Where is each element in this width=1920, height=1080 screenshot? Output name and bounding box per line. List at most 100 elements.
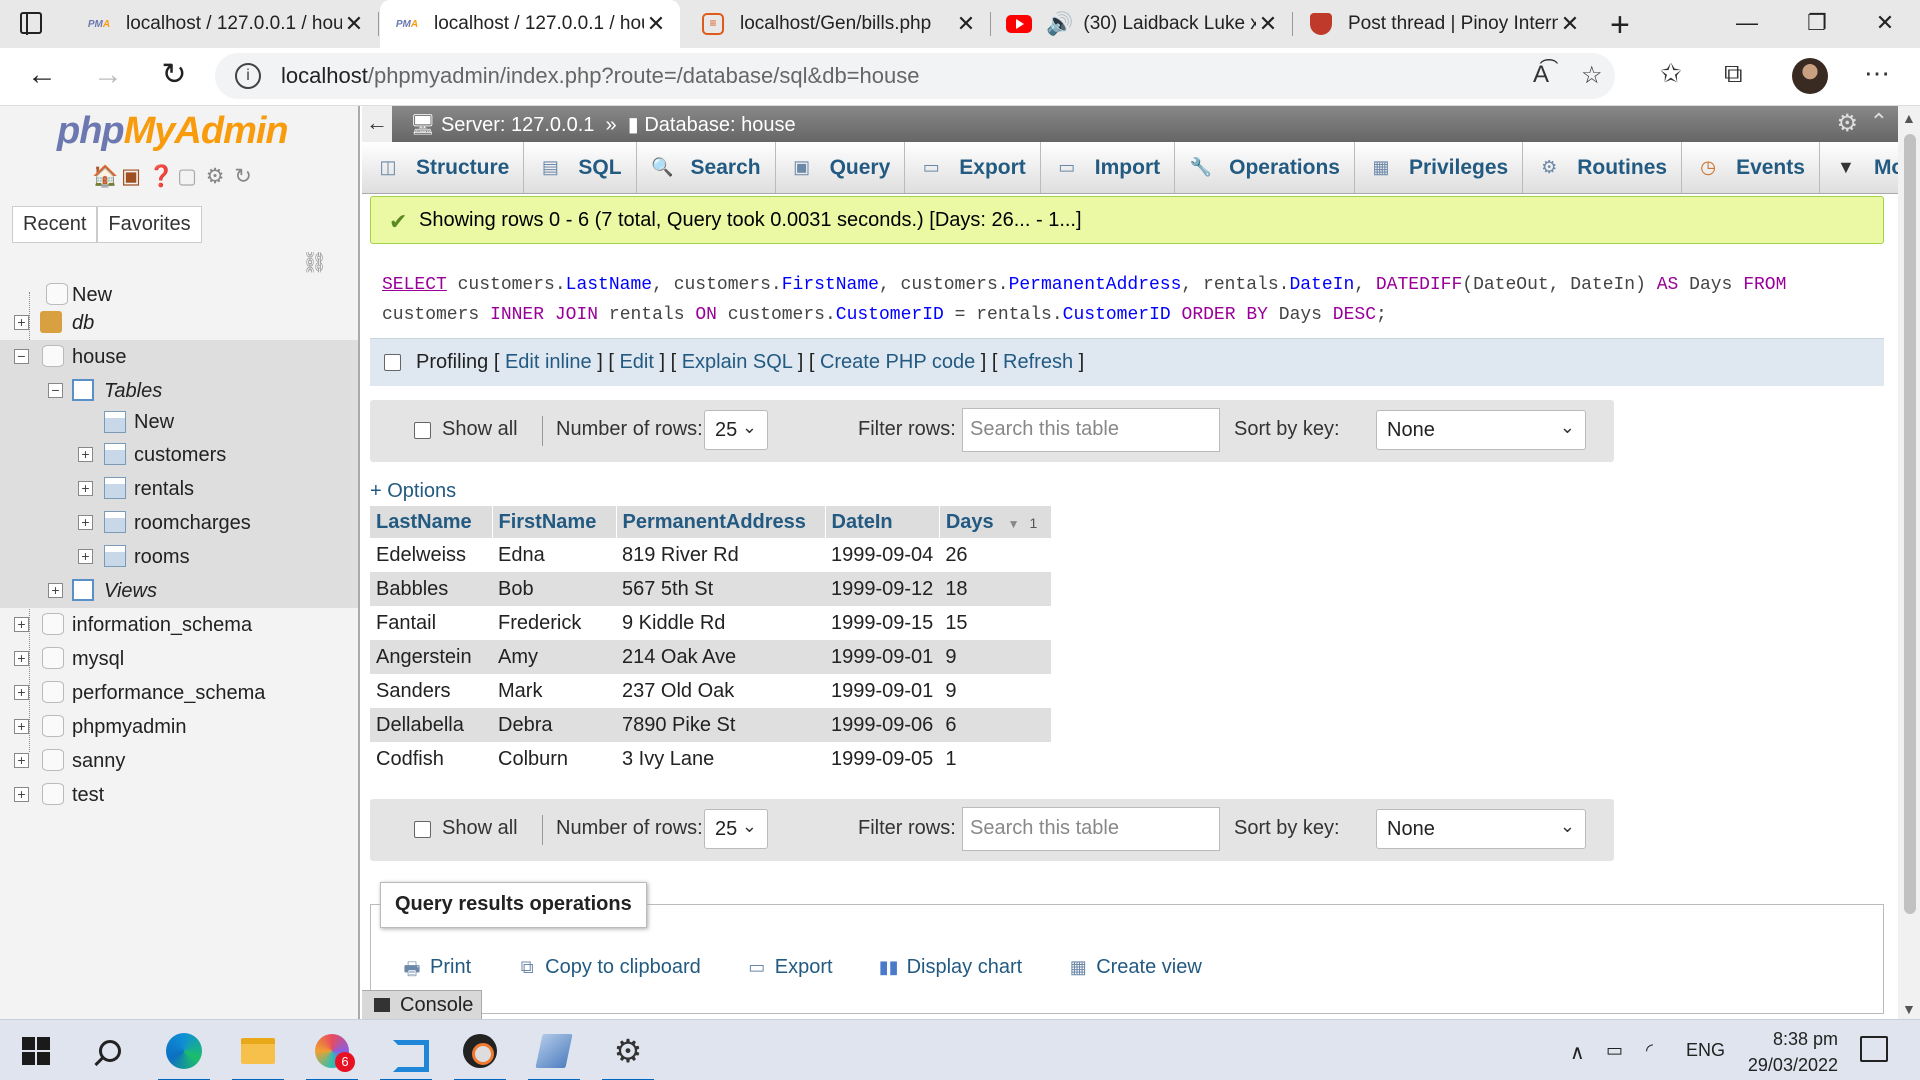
reload-button[interactable]: ↻: [154, 56, 194, 96]
table-row[interactable]: Angerstein Amy 214 Oak Ave 1999-09-01 9: [370, 640, 1052, 674]
rows-select[interactable]: 25 ⌄: [704, 809, 768, 849]
taskbar-vscode[interactable]: [380, 1028, 432, 1080]
tab-import[interactable]: ▭ Import: [1041, 142, 1176, 193]
table-row[interactable]: Fantail Frederick 9 Kiddle Rd 1999-09-15 15: [370, 606, 1052, 640]
minimize-button[interactable]: —: [1712, 0, 1782, 48]
refresh-link[interactable]: Refresh: [1003, 351, 1073, 373]
pma-logo[interactable]: phpMyAdmin: [57, 110, 289, 153]
taskbar-settings[interactable]: ⚙: [602, 1028, 654, 1080]
favorites-tab[interactable]: Favorites: [97, 206, 202, 243]
table-row[interactable]: Dellabella Debra 7890 Pike St 1999-09-06 6: [370, 708, 1052, 742]
tab-search[interactable]: 🔍 Search: [637, 142, 776, 193]
close-tab-icon[interactable]: ✕: [954, 11, 978, 37]
tree-item-information-schema[interactable]: + information_schema: [0, 608, 358, 642]
reload-nav-icon[interactable]: ↻: [232, 166, 254, 188]
restore-button[interactable]: ❐: [1782, 0, 1852, 48]
collapse-nav-button[interactable]: ←: [362, 106, 392, 142]
tree-item-tables[interactable]: − Tables: [0, 374, 358, 408]
breadcrumb-server[interactable]: Server: 127.0.0.1: [441, 114, 594, 136]
docs-icon[interactable]: ❓: [148, 166, 174, 188]
tab-sql[interactable]: ▤ SQL: [524, 142, 637, 193]
collections-icon[interactable]: ⧉: [1724, 58, 1743, 90]
tab-events[interactable]: ◷ Events: [1682, 142, 1820, 193]
avatar[interactable]: [1792, 58, 1828, 94]
tree-item-sanny[interactable]: + sanny: [0, 744, 358, 778]
tab-export[interactable]: ▭ Export: [905, 142, 1041, 193]
explain-sql-link[interactable]: Explain SQL: [682, 351, 792, 373]
create-php-code-link[interactable]: Create PHP code: [820, 351, 975, 373]
scroll-up-icon[interactable]: ▲: [1902, 110, 1916, 126]
table-row[interactable]: Sanders Mark 237 Old Oak 1999-09-01 9: [370, 674, 1052, 708]
profiling-checkbox[interactable]: [384, 354, 401, 371]
expand-icon[interactable]: +: [14, 651, 29, 666]
collapse-top-icon[interactable]: ⌃: [1870, 109, 1888, 135]
address-bar[interactable]: i localhost/phpmyadmin/index.php?route=/…: [215, 53, 1615, 99]
column-header[interactable]: FirstName: [492, 506, 617, 538]
taskbar-notepad[interactable]: [528, 1028, 580, 1080]
tree-item-roomcharges[interactable]: + roomcharges: [0, 506, 358, 540]
sql-docs-icon[interactable]: ▢: [176, 166, 198, 188]
browser-tab-1[interactable]: PMA localhost / 127.0.0.1 / hou ✕: [72, 0, 379, 48]
close-tab-icon[interactable]: ✕: [1256, 11, 1280, 37]
sort-key-select[interactable]: None ⌄: [1376, 809, 1586, 849]
print-link[interactable]: 🖶 Print: [400, 956, 472, 979]
browser-tab-3[interactable]: ≡ localhost/Gen/bills.php ✕: [686, 0, 991, 48]
scrollbar-thumb[interactable]: [1904, 134, 1916, 914]
tree-item-rentals[interactable]: + rentals: [0, 472, 358, 506]
tab-routines[interactable]: ⚙ Routines: [1523, 142, 1683, 193]
column-header[interactable]: LastName: [370, 506, 493, 538]
taskbar-edge[interactable]: [158, 1028, 210, 1080]
tab-actions-icon[interactable]: [18, 10, 46, 38]
display-chart-link[interactable]: ▮▮ Display chart: [877, 956, 1023, 979]
more-menu-icon[interactable]: ⋯: [1864, 58, 1890, 89]
close-tab-icon[interactable]: ✕: [644, 11, 668, 37]
breadcrumb-database[interactable]: Database: house: [644, 114, 795, 136]
recent-tab[interactable]: Recent: [12, 206, 98, 243]
create-view-link[interactable]: ▦ Create view: [1066, 956, 1202, 979]
copy-to-clipboard-link[interactable]: ⧉ Copy to clipboard: [515, 956, 701, 979]
tree-item-customers[interactable]: + customers: [0, 438, 358, 472]
table-row[interactable]: Babbles Bob 567 5th St 1999-09-12 18: [370, 572, 1052, 606]
expand-icon[interactable]: +: [78, 549, 93, 564]
add-favorite-icon[interactable]: ☆: [1581, 61, 1603, 90]
table-row[interactable]: Edelweiss Edna 819 River Rd 1999-09-04 26: [370, 538, 1052, 572]
taskbar-search-button[interactable]: [84, 1028, 136, 1074]
wifi-icon[interactable]: ◜: [1646, 1040, 1653, 1061]
clock[interactable]: 8:38 pm 29/03/2022: [1738, 1026, 1838, 1078]
language-indicator[interactable]: ENG: [1686, 1040, 1725, 1061]
logout-icon[interactable]: ▣: [120, 166, 142, 188]
edit-link[interactable]: Edit: [619, 351, 653, 373]
expand-icon[interactable]: +: [78, 447, 93, 462]
tab-privileges[interactable]: ▦ Privileges: [1355, 142, 1524, 193]
tab-more[interactable]: ▼Mor: [1820, 142, 1898, 193]
expand-icon[interactable]: +: [48, 583, 63, 598]
url-text[interactable]: localhost/phpmyadmin/index.php?route=/da…: [281, 63, 919, 89]
column-header[interactable]: PermanentAddress: [616, 506, 826, 538]
home-icon[interactable]: 🏠: [92, 166, 118, 188]
browser-tab-4[interactable]: 🔊 (30) Laidback Luke x ✕: [992, 0, 1293, 48]
sql-query-text[interactable]: SELECT customers.LastName, customers.Fir…: [382, 270, 1872, 330]
table-row[interactable]: Codfish Colburn 3 Ivy Lane 1999-09-05 1: [370, 742, 1052, 776]
tree-item-db[interactable]: + db: [0, 306, 358, 340]
export-results-link[interactable]: ▭ Export: [745, 956, 832, 979]
expand-icon[interactable]: +: [14, 753, 29, 768]
expand-icon[interactable]: +: [14, 685, 29, 700]
scroll-down-icon[interactable]: ▼: [1902, 1001, 1916, 1017]
taskbar-file-explorer[interactable]: [232, 1028, 284, 1080]
column-header-sorted[interactable]: Days ▼ 1: [939, 506, 1052, 538]
tab-structure[interactable]: ◫ Structure: [362, 142, 525, 193]
options-link[interactable]: + Options: [370, 480, 456, 503]
close-tab-icon[interactable]: ✕: [1558, 11, 1582, 37]
tree-item-house[interactable]: − house: [0, 340, 358, 374]
tree-item-new-table[interactable]: New: [0, 408, 358, 438]
expand-icon[interactable]: +: [14, 315, 29, 330]
notification-center-icon[interactable]: [1860, 1036, 1888, 1062]
column-header[interactable]: DateIn: [825, 506, 940, 538]
start-button[interactable]: [10, 1028, 62, 1074]
collapse-icon[interactable]: −: [14, 349, 29, 364]
read-aloud-icon[interactable]: A͡: [1533, 61, 1549, 89]
taskbar-obs[interactable]: [454, 1028, 506, 1080]
page-settings-icon[interactable]: ⚙: [1836, 109, 1858, 138]
link-with-main-icon[interactable]: ⛓: [302, 250, 327, 275]
show-all-checkbox[interactable]: [414, 422, 431, 439]
